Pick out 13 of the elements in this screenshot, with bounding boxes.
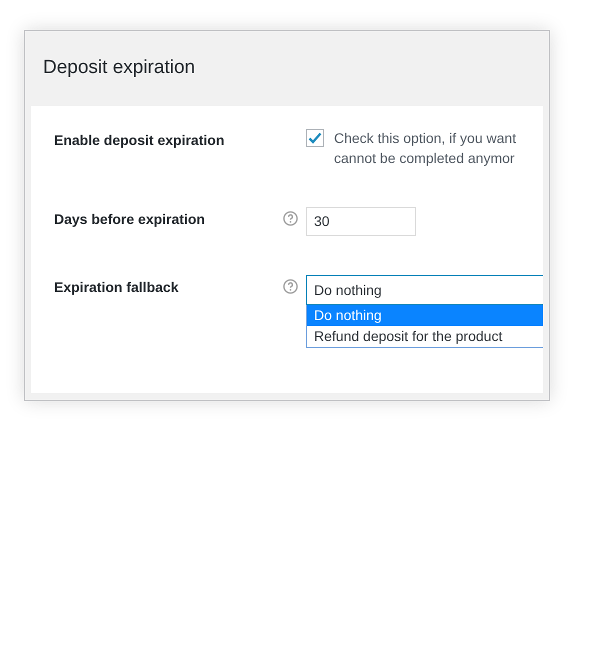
panel-title: Deposit expiration (43, 56, 196, 80)
dropdown-option[interactable]: Do nothing (307, 305, 543, 326)
days-input[interactable]: 30 (306, 207, 416, 236)
field-label: Enable deposit expiration (54, 131, 226, 150)
description-text: Check this option, if you want (334, 129, 516, 148)
dropdown-option[interactable]: Refund deposit for the product (307, 326, 543, 347)
select-field[interactable]: Do nothing (306, 275, 543, 305)
checkbox[interactable] (306, 129, 324, 147)
help-icon[interactable] (283, 211, 298, 226)
description-text: cannot be completed anymor (334, 149, 516, 168)
help-icon[interactable] (283, 279, 298, 294)
field-label: Expiration fallback (54, 278, 180, 297)
field-label: Days before expiration (54, 210, 206, 229)
